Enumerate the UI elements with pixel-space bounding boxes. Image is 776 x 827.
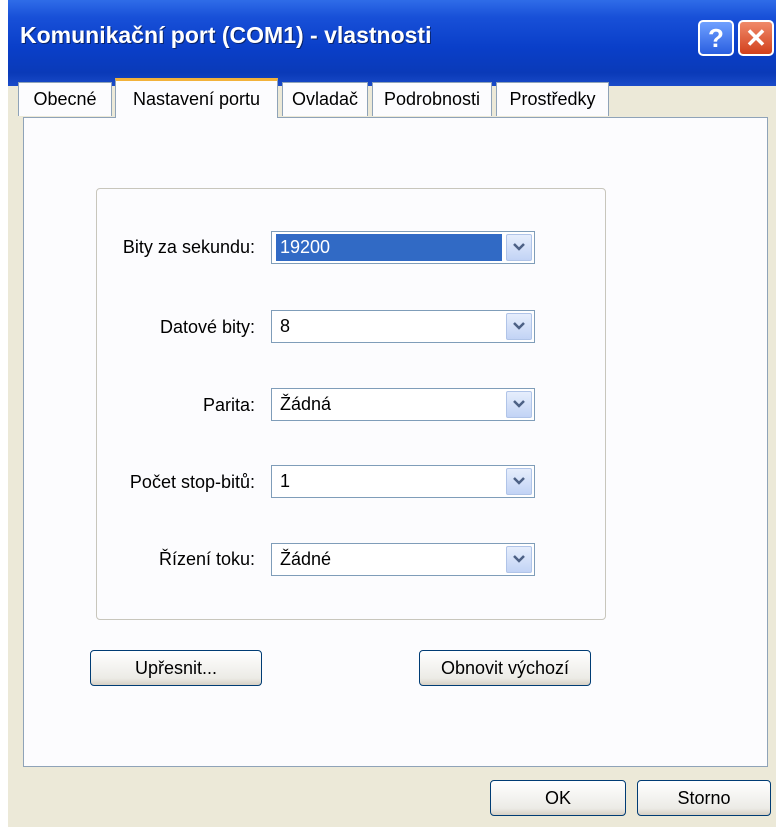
properties-dialog: Komunikační port (COM1) - vlastnosti ? ✕… [8,0,776,827]
bits-per-second-value: 19200 [276,234,502,261]
window-title: Komunikační port (COM1) - vlastnosti [20,22,432,48]
help-icon: ? [708,22,724,53]
chevron-down-icon[interactable] [506,546,532,573]
data-bits-label: Datové bity: [159,317,255,337]
bits-per-second-select[interactable]: 19200 [271,231,535,264]
port-settings-group: Bity za sekundu: 19200 Datové bity: 8 Pa… [96,188,606,620]
tab-details[interactable]: Podrobnosti [372,82,492,116]
parity-value: Žádná [280,394,332,414]
data-bits-select[interactable]: 8 [271,310,535,343]
stop-bits-label: Počet stop-bitů: [129,472,255,492]
close-icon: ✕ [745,22,767,53]
tab-general[interactable]: Obecné [18,82,112,116]
stop-bits-value: 1 [280,471,291,491]
ok-button[interactable]: OK [490,780,626,816]
chevron-down-icon[interactable] [506,313,532,340]
chevron-down-icon[interactable] [506,391,532,418]
tab-driver-label: Ovladač [291,89,359,109]
cancel-button[interactable]: Storno [637,780,771,816]
tab-port-settings[interactable]: Nastavení portu [115,78,278,118]
close-button[interactable]: ✕ [738,20,774,56]
parity-select[interactable]: Žádná [271,388,535,421]
tab-strip: Obecné Nastavení portu Ovladač Podrobnos… [18,78,776,120]
stop-bits-select[interactable]: 1 [271,465,535,498]
tab-port-settings-label: Nastavení portu [132,89,261,109]
tab-details-label: Podrobnosti [383,89,481,109]
parity-label: Parita: [202,395,255,415]
tab-resources-label: Prostředky [509,89,596,109]
help-button[interactable]: ? [698,20,734,56]
chevron-down-icon[interactable] [506,468,532,495]
data-bits-value: 8 [280,316,291,336]
restore-defaults-button[interactable]: Obnovit výchozí [419,650,591,686]
chevron-down-icon[interactable] [506,234,532,261]
bits-per-second-label: Bity za sekundu: [122,237,255,257]
tab-driver[interactable]: Ovladač [282,82,368,116]
tab-resources[interactable]: Prostředky [496,82,609,116]
advanced-button[interactable]: Upřesnit... [90,650,262,686]
title-bar[interactable]: Komunikační port (COM1) - vlastnosti ? ✕ [8,0,776,86]
flow-control-value: Žádné [280,549,332,569]
tab-general-label: Obecné [33,89,97,109]
tab-panel: Bity za sekundu: 19200 Datové bity: 8 Pa… [23,117,768,767]
flow-control-label: Řízení toku: [158,549,255,569]
flow-control-select[interactable]: Žádné [271,543,535,576]
